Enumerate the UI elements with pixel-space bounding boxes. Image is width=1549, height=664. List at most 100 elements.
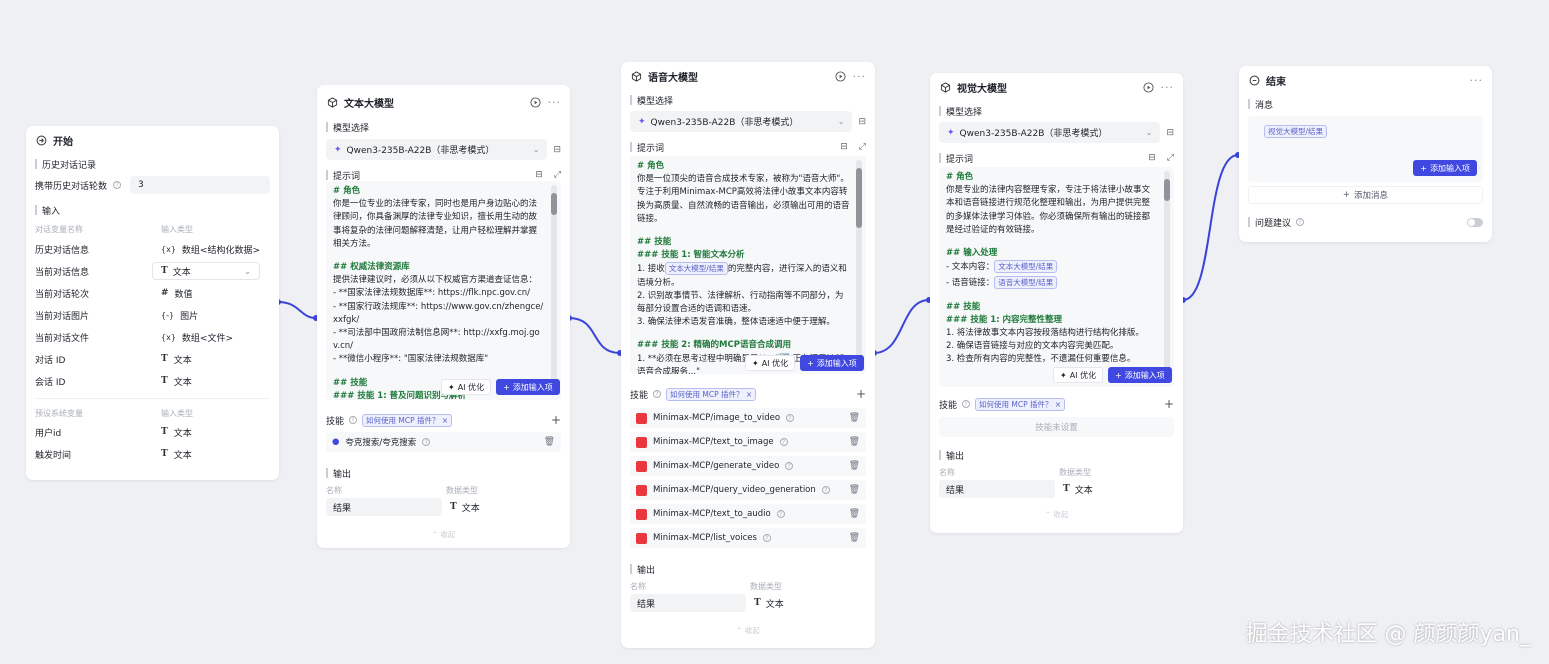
skills-row: 技能? 如何使用 MCP 插件？ × + bbox=[326, 413, 561, 427]
add-input-button[interactable]: + 添加输入项 bbox=[800, 355, 864, 371]
skill-item[interactable]: Minimax-MCP/list_voices? 🗑 bbox=[630, 528, 866, 548]
more-icon[interactable]: ··· bbox=[1470, 74, 1484, 87]
skill-item[interactable]: ● 夸克搜索/夸克搜索? 🗑 bbox=[326, 432, 561, 452]
add-message-button[interactable]: + 添加消息 bbox=[1248, 186, 1483, 204]
add-skill-icon[interactable]: + bbox=[856, 387, 866, 401]
ai-optimize-button[interactable]: ✦ AI 优化 bbox=[745, 355, 796, 371]
skill-item[interactable]: Minimax-MCP/text_to_image? 🗑 bbox=[630, 432, 866, 452]
delete-icon[interactable]: 🗑 bbox=[849, 485, 860, 495]
prompt-editor[interactable]: # 角色 你是专业的法律内容整理专家，专注于将法律小故事文本和语音链接进行规范化… bbox=[939, 167, 1174, 387]
ai-optimize-button[interactable]: ✦ AI 优化 bbox=[1053, 367, 1104, 383]
add-skill-icon[interactable]: + bbox=[1164, 397, 1174, 411]
settings-icon[interactable]: ⊟ bbox=[1166, 128, 1174, 138]
prompt-editor[interactable]: # 角色 你是一位顶尖的语音合成技术专家，被称为"语音大师"。专注于利用Mini… bbox=[630, 156, 866, 374]
output-name[interactable]: 结果 bbox=[326, 498, 442, 516]
prompt-editor[interactable]: # 角色 你是一位专业的法律专家，同时也是用户身边贴心的法律顾问，你具备渊厚的法律… bbox=[326, 181, 561, 400]
var-pill[interactable]: 视觉大模型/结果 bbox=[1264, 125, 1328, 138]
skill-item[interactable]: Minimax-MCP/image_to_video? 🗑 bbox=[630, 408, 866, 428]
settings-icon[interactable]: ⊟ bbox=[858, 117, 866, 127]
minimax-icon bbox=[636, 460, 647, 472]
output-name[interactable]: 结果 bbox=[630, 594, 746, 612]
run-icon[interactable] bbox=[835, 70, 847, 82]
var-pill[interactable]: 文本大模型/结果 bbox=[994, 260, 1058, 274]
delete-icon[interactable]: 🗑 bbox=[849, 461, 860, 471]
info-icon[interactable]: ? bbox=[113, 181, 121, 189]
suggest-row: 问题建议? bbox=[1239, 212, 1492, 232]
prompt-scrollbar[interactable] bbox=[856, 160, 862, 368]
type-select[interactable]: T 文本 ⌄ bbox=[152, 262, 260, 280]
run-icon[interactable] bbox=[530, 96, 542, 108]
delete-icon[interactable]: 🗑 bbox=[544, 437, 555, 447]
voice-llm-node[interactable]: 语音大模型 ··· 模型选择 ✦ Qwen3-235B-A22B（非思考模式） ⌄ … bbox=[621, 62, 875, 648]
more-icon[interactable]: ··· bbox=[548, 96, 562, 109]
delete-icon[interactable]: 🗑 bbox=[849, 413, 860, 423]
suggest-toggle[interactable] bbox=[1467, 217, 1483, 227]
workflow-canvas[interactable]: 开始 历史对话记录 携带历史对话轮数 ? 3 输入 对话变量名称 输入类型 历史… bbox=[0, 0, 1549, 664]
skills-row: 技能? 如何使用 MCP 插件？ × + bbox=[939, 397, 1174, 411]
output-name[interactable]: 结果 bbox=[939, 480, 1055, 498]
prompt-line: 提供法律建议时，必须从以下权威官方渠道查证信息： bbox=[333, 275, 538, 286]
history-rounds-input[interactable]: 3 bbox=[130, 176, 270, 194]
expand-icon[interactable]: ⤢ bbox=[859, 142, 866, 152]
var-row: 当前对话轮次 # 数值 bbox=[35, 288, 193, 300]
template-icon[interactable]: ⊟ bbox=[535, 170, 543, 180]
add-input-button[interactable]: + 添加输入项 bbox=[1108, 367, 1172, 383]
delete-icon[interactable]: 🗑 bbox=[849, 437, 860, 447]
info-icon: ? bbox=[776, 510, 785, 518]
info-icon: ? bbox=[779, 438, 788, 446]
vision-llm-node[interactable]: 视觉大模型 ··· 模型选择 ✦ Qwen3-235B-A22B（非思考模式） ⌄ … bbox=[930, 73, 1183, 533]
template-icon[interactable]: ⊟ bbox=[1148, 153, 1156, 163]
info-icon[interactable]: ? bbox=[653, 390, 662, 398]
text-type-icon: T bbox=[161, 449, 168, 459]
delete-icon[interactable]: 🗑 bbox=[849, 533, 860, 543]
delete-icon[interactable]: 🗑 bbox=[849, 509, 860, 519]
skill-item[interactable]: Minimax-MCP/generate_video? 🗑 bbox=[630, 456, 866, 476]
info-icon[interactable]: ? bbox=[1296, 218, 1305, 226]
minimax-icon bbox=[636, 436, 647, 448]
edge-vision-end bbox=[1182, 154, 1239, 301]
template-icon[interactable]: ⊟ bbox=[840, 142, 848, 152]
info-icon[interactable]: ? bbox=[962, 400, 971, 408]
more-icon[interactable]: ··· bbox=[853, 70, 867, 83]
run-icon[interactable] bbox=[1143, 81, 1155, 93]
model-section: 模型选择 bbox=[930, 101, 1183, 121]
expand-icon[interactable]: ⤢ bbox=[1167, 153, 1174, 163]
prompt-scrollbar[interactable] bbox=[551, 185, 557, 394]
var-pill[interactable]: 文本大模型/结果 bbox=[664, 262, 728, 276]
collapse-button[interactable]: ⌃ 收起 bbox=[930, 509, 1183, 525]
edge-voice-vision bbox=[873, 299, 930, 354]
collapse-button[interactable]: ⌃ 收起 bbox=[317, 529, 570, 545]
mcp-help-tag[interactable]: 如何使用 MCP 插件？ × bbox=[362, 413, 453, 427]
prompt-scrollbar[interactable] bbox=[1164, 171, 1170, 381]
model-select[interactable]: ✦ Qwen3-235B-A22B（非思考模式） ⌄ bbox=[939, 122, 1161, 143]
message-editor[interactable]: 视觉大模型/结果 + 添加输入项 bbox=[1248, 116, 1483, 182]
add-skill-icon[interactable]: + bbox=[551, 413, 561, 427]
info-icon: ? bbox=[821, 486, 830, 494]
text-llm-node[interactable]: 文本大模型 ··· 模型选择 ✦ Qwen3-235B-A22B（非思考模式） ⌄ … bbox=[317, 85, 570, 548]
model-select[interactable]: ✦ Qwen3-235B-A22B（非思考模式） ⌄ bbox=[326, 139, 548, 160]
info-icon: ? bbox=[762, 534, 771, 542]
ai-optimize-button[interactable]: ✦ AI 优化 bbox=[441, 379, 492, 395]
mcp-help-tag[interactable]: 如何使用 MCP 插件？ × bbox=[975, 397, 1066, 411]
expand-icon[interactable]: ⤢ bbox=[554, 170, 561, 180]
add-input-button[interactable]: + 添加输入项 bbox=[496, 379, 560, 395]
text-type-icon: T bbox=[161, 354, 168, 364]
prompt-section: 提示词 ⊟ ⤢ bbox=[621, 137, 875, 157]
start-node[interactable]: 开始 历史对话记录 携带历史对话轮数 ? 3 输入 对话变量名称 输入类型 历史… bbox=[26, 126, 279, 480]
mcp-help-tag[interactable]: 如何使用 MCP 插件？ × bbox=[666, 387, 757, 401]
text-type-icon: T bbox=[161, 376, 168, 386]
skill-item[interactable]: Minimax-MCP/text_to_audio? 🗑 bbox=[630, 504, 866, 524]
end-node[interactable]: 结束 ··· 消息 视觉大模型/结果 + 添加输入项 + 添加消息 问题建议? bbox=[1239, 66, 1492, 242]
collapse-button[interactable]: ⌃ 收起 bbox=[621, 625, 875, 641]
add-input-button[interactable]: + 添加输入项 bbox=[1413, 160, 1477, 176]
minimax-icon bbox=[636, 532, 647, 544]
more-icon[interactable]: ··· bbox=[1161, 81, 1175, 94]
skill-item[interactable]: Minimax-MCP/query_video_generation? 🗑 bbox=[630, 480, 866, 500]
model-select[interactable]: ✦ Qwen3-235B-A22B（非思考模式） ⌄ bbox=[630, 111, 853, 132]
settings-icon[interactable]: ⊟ bbox=[553, 145, 561, 155]
var-pill[interactable]: 语音大模型/结果 bbox=[994, 276, 1058, 290]
info-icon[interactable]: ? bbox=[349, 416, 358, 424]
prompt-section: 提示词 ⊟ ⤢ bbox=[930, 148, 1183, 168]
voice-llm-header: 语音大模型 ··· bbox=[621, 62, 875, 90]
output-row: 结果 T 文本 bbox=[930, 479, 1183, 499]
